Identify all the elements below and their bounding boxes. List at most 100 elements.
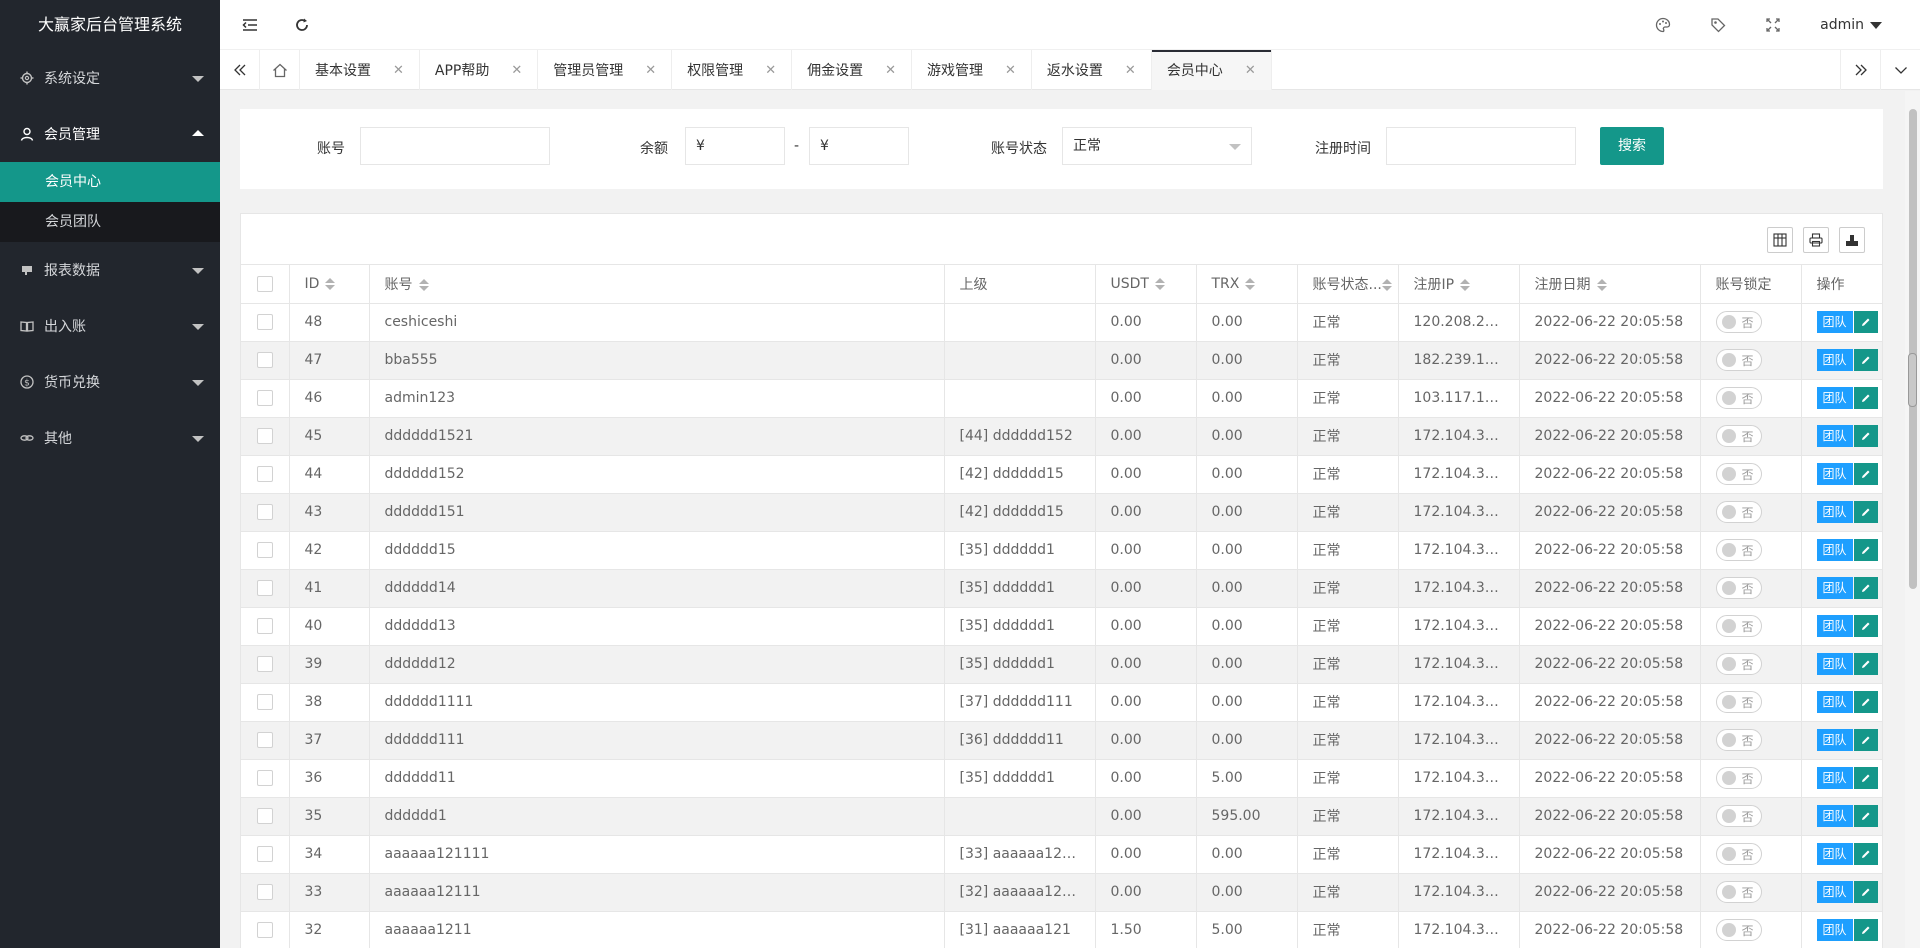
- page-scrollbar[interactable]: [1905, 91, 1920, 948]
- sort-icon[interactable]: [1596, 278, 1607, 291]
- scrollbar-thumb[interactable]: [1909, 109, 1917, 589]
- team-button[interactable]: 团队: [1816, 425, 1853, 447]
- lock-toggle[interactable]: 否: [1715, 729, 1762, 751]
- select-all-checkbox[interactable]: [256, 275, 273, 292]
- edit-button[interactable]: [1853, 463, 1878, 485]
- tab-commission-settings[interactable]: 佣金设置 ✕: [792, 50, 912, 90]
- lock-toggle[interactable]: 否: [1715, 349, 1762, 371]
- row-checkbox[interactable]: [256, 694, 273, 710]
- sort-icon[interactable]: [418, 278, 429, 291]
- row-checkbox[interactable]: [256, 542, 273, 558]
- team-button[interactable]: 团队: [1816, 881, 1853, 903]
- row-checkbox[interactable]: [256, 466, 273, 482]
- edit-button[interactable]: [1853, 577, 1878, 599]
- close-icon[interactable]: ✕: [1005, 63, 1016, 78]
- row-checkbox[interactable]: [256, 390, 273, 406]
- row-checkbox[interactable]: [256, 846, 273, 862]
- lock-toggle[interactable]: 否: [1715, 805, 1762, 827]
- user-menu[interactable]: admin: [1820, 0, 1882, 50]
- row-checkbox[interactable]: [256, 808, 273, 824]
- edit-button[interactable]: [1853, 349, 1878, 371]
- edit-button[interactable]: [1853, 501, 1878, 523]
- team-button[interactable]: 团队: [1816, 691, 1853, 713]
- tab-admin-management[interactable]: 管理员管理 ✕: [538, 50, 673, 90]
- edit-button[interactable]: [1853, 691, 1878, 713]
- lock-toggle[interactable]: 否: [1715, 577, 1762, 599]
- edit-button[interactable]: [1853, 653, 1878, 675]
- lock-toggle[interactable]: 否: [1715, 387, 1762, 409]
- team-button[interactable]: 团队: [1816, 729, 1853, 751]
- team-button[interactable]: 团队: [1816, 539, 1853, 561]
- close-icon[interactable]: ✕: [645, 63, 656, 78]
- lock-toggle[interactable]: 否: [1715, 881, 1762, 903]
- sort-icon[interactable]: [1460, 278, 1471, 291]
- tab-rebate-settings[interactable]: 返水设置 ✕: [1032, 50, 1152, 90]
- team-button[interactable]: 团队: [1816, 919, 1853, 941]
- sort-icon[interactable]: [325, 277, 336, 290]
- lock-toggle[interactable]: 否: [1715, 691, 1762, 713]
- sidebar-item-accounts[interactable]: 出入账: [0, 298, 220, 354]
- sort-icon[interactable]: [1245, 277, 1256, 290]
- theme-palette-icon[interactable]: [1648, 0, 1678, 50]
- team-button[interactable]: 团队: [1816, 387, 1853, 409]
- row-checkbox[interactable]: [256, 732, 273, 748]
- sort-icon[interactable]: [1154, 277, 1165, 290]
- tab-member-center[interactable]: 会员中心 ✕: [1151, 50, 1272, 90]
- team-button[interactable]: 团队: [1816, 615, 1853, 637]
- scroll-tabs-left-icon[interactable]: [220, 50, 260, 90]
- row-checkbox[interactable]: [256, 314, 273, 330]
- edit-button[interactable]: [1853, 805, 1878, 827]
- edit-button[interactable]: [1853, 881, 1878, 903]
- status-select[interactable]: 正常: [1062, 127, 1252, 165]
- close-icon[interactable]: ✕: [393, 63, 404, 78]
- close-icon[interactable]: ✕: [1245, 63, 1256, 78]
- sidebar-item-currency-exchange[interactable]: $ 货币兑换: [0, 354, 220, 410]
- print-icon[interactable]: [1803, 227, 1829, 253]
- row-checkbox[interactable]: [256, 352, 273, 368]
- sidebar-item-other[interactable]: 其他: [0, 410, 220, 466]
- tab-game-management[interactable]: 游戏管理 ✕: [912, 50, 1032, 90]
- scroll-tabs-right-icon[interactable]: [1840, 50, 1880, 90]
- lock-toggle[interactable]: 否: [1715, 425, 1762, 447]
- team-button[interactable]: 团队: [1816, 653, 1853, 675]
- reg-time-input[interactable]: [1386, 127, 1576, 165]
- edit-button[interactable]: [1853, 615, 1878, 637]
- lock-toggle[interactable]: 否: [1715, 463, 1762, 485]
- menu-toggle-icon[interactable]: [235, 0, 265, 50]
- search-button[interactable]: 搜索: [1600, 127, 1664, 165]
- tag-icon[interactable]: [1703, 0, 1733, 50]
- team-button[interactable]: 团队: [1816, 463, 1853, 485]
- sidebar-item-system-settings[interactable]: 系统设定: [0, 50, 220, 106]
- balance-min-input[interactable]: ¥: [685, 127, 785, 165]
- lock-toggle[interactable]: 否: [1715, 843, 1762, 865]
- sort-icon[interactable]: [1381, 278, 1392, 291]
- team-button[interactable]: 团队: [1816, 843, 1853, 865]
- edit-button[interactable]: [1853, 425, 1878, 447]
- col-account[interactable]: 账号: [369, 265, 945, 304]
- tab-home[interactable]: [260, 50, 300, 90]
- sidebar-item-member-center[interactable]: 会员中心: [0, 162, 220, 202]
- edit-button[interactable]: [1853, 767, 1878, 789]
- close-icon[interactable]: ✕: [765, 63, 776, 78]
- team-button[interactable]: 团队: [1816, 501, 1853, 523]
- fullscreen-icon[interactable]: [1758, 0, 1788, 50]
- edit-button[interactable]: [1853, 919, 1878, 941]
- columns-filter-icon[interactable]: [1767, 227, 1793, 253]
- team-button[interactable]: 团队: [1816, 349, 1853, 371]
- row-checkbox[interactable]: [256, 428, 273, 444]
- row-checkbox[interactable]: [256, 884, 273, 900]
- col-trx[interactable]: TRX: [1196, 265, 1298, 304]
- edit-button[interactable]: [1853, 539, 1878, 561]
- row-checkbox[interactable]: [256, 580, 273, 596]
- lock-toggle[interactable]: 否: [1715, 501, 1762, 523]
- col-reg-ip[interactable]: 注册IP: [1398, 265, 1520, 304]
- edit-button[interactable]: [1853, 311, 1878, 333]
- refresh-icon[interactable]: [287, 0, 317, 50]
- edit-button[interactable]: [1853, 843, 1878, 865]
- col-status[interactable]: 账号状态...: [1297, 265, 1399, 304]
- row-checkbox[interactable]: [256, 504, 273, 520]
- export-icon[interactable]: [1839, 227, 1865, 253]
- lock-toggle[interactable]: 否: [1715, 539, 1762, 561]
- team-button[interactable]: 团队: [1816, 767, 1853, 789]
- lock-toggle[interactable]: 否: [1715, 615, 1762, 637]
